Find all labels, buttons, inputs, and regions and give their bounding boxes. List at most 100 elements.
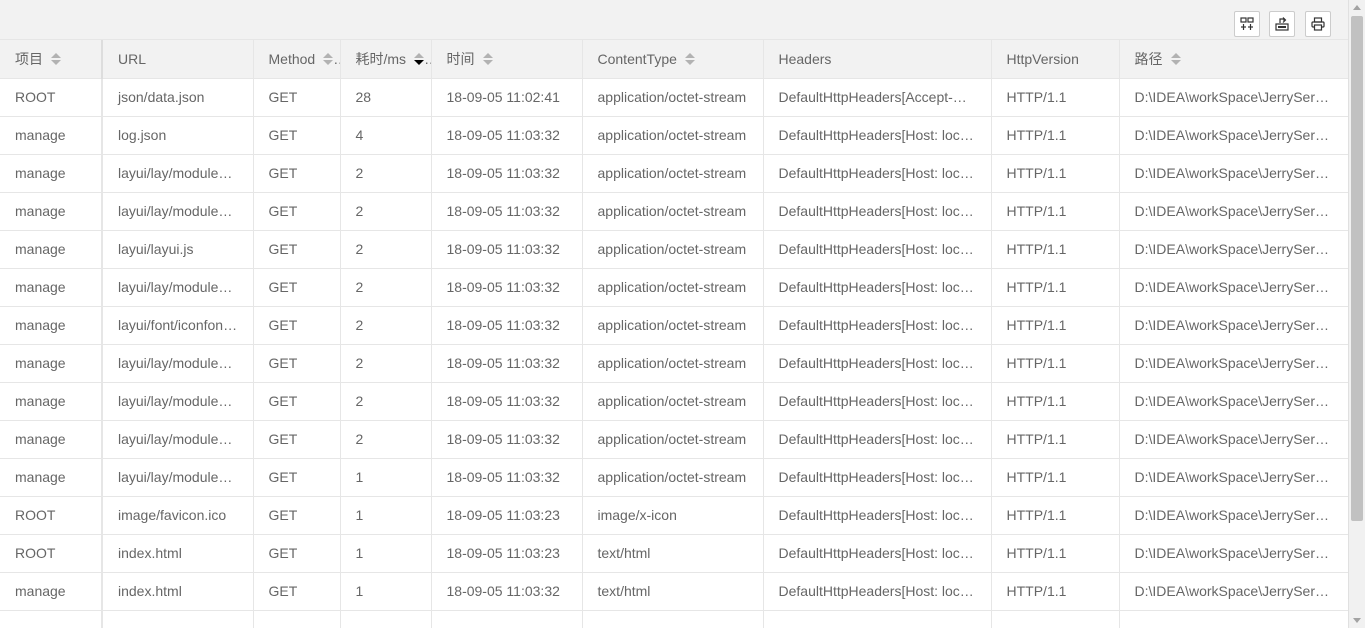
columns-filter-button[interactable] — [1234, 11, 1260, 37]
table-row[interactable]: manage layui/lay/module… GET 2 18-09-05 11:0… — [0, 344, 1349, 383]
scroll-up-icon[interactable] — [1353, 5, 1361, 10]
sort-icon[interactable] — [51, 52, 61, 66]
sort-ascending-icon[interactable] — [482, 52, 493, 58]
table-row[interactable]: manage layui/lay/module… GET 1 18-09-05 11:0… — [0, 458, 1349, 497]
cell-path: D:\IDEA\workSpace\JerrySer… — [1119, 230, 1349, 269]
table-row[interactable]: manage layui/lay/module… GET 2 18-09-05 11:0… — [0, 268, 1349, 307]
cell-headers: DefaultHttpHeaders[Host: loc… — [763, 458, 992, 497]
cell-time: 18-09-05 11:03:32 — [431, 154, 583, 193]
cell-time_ms: 28 — [340, 78, 432, 117]
cell-path: D:\IDEA\workSpace\JerrySer… — [1119, 306, 1349, 345]
column-header-content_type[interactable]: ContentType — [582, 40, 764, 79]
cell-url: layui/lay/module… — [102, 154, 254, 193]
cell-url: layui/lay/module… — [102, 458, 254, 497]
cell-url: layui/font/iconfon… — [102, 306, 254, 345]
sort-ascending-icon[interactable] — [414, 52, 425, 58]
table-toolbar — [0, 0, 1348, 40]
sort-descending-icon[interactable] — [482, 59, 493, 65]
table-row[interactable]: ROOT index.html GET 1 18-09-05 11:03:23 text/… — [0, 534, 1349, 573]
cell-headers: DefaultHttpHeaders[Host: loc… — [763, 230, 992, 269]
sort-ascending-icon[interactable] — [323, 52, 334, 58]
cell-headers: DefaultHttpHeaders[Host: loc… — [763, 496, 992, 535]
cell-content_type: application/octet-stream — [582, 382, 764, 421]
cell-project: ROOT — [0, 534, 103, 573]
cell-headers: DefaultHttpHeaders[Host: loc… — [763, 116, 992, 155]
cell-content_type: application/octet-stream — [582, 420, 764, 459]
cell-method: GET — [253, 534, 341, 573]
sort-ascending-icon[interactable] — [1170, 52, 1181, 58]
sort-descending-icon[interactable] — [51, 59, 61, 65]
sort-descending-icon[interactable] — [414, 59, 425, 65]
sort-ascending-icon[interactable] — [51, 52, 61, 58]
cell-headers: DefaultHttpHeaders[Host: loc… — [763, 306, 992, 345]
table-row[interactable]: manage layui/lay/module… GET 2 18-09-05 11:0… — [0, 382, 1349, 421]
column-header-cell: URL — [118, 51, 146, 67]
table-row[interactable]: manage layui/font/iconfon… GET 2 18-09-05 11… — [0, 306, 1349, 345]
cell-time: 18-09-05 11:03:32 — [431, 192, 583, 231]
sort-icon[interactable] — [684, 52, 695, 66]
cell-content_type: application/octet-stream — [582, 78, 764, 117]
cell-headers: DefaultHttpHeaders[Host: loc… — [763, 534, 992, 573]
sort-descending-icon[interactable] — [1170, 59, 1181, 65]
cell-http_version: HTTP/1.1 — [991, 306, 1120, 345]
cell-content_type: application/octet-stream — [582, 192, 764, 231]
column-header-label: 耗时/ms — [355, 50, 407, 67]
cell-headers: DefaultHttpHeaders[Host: loc… — [763, 344, 992, 383]
cell-url: json/data.json — [102, 78, 254, 117]
table-row[interactable]: ROOT json/data.json GET 28 18-09-05 11:02:41… — [0, 78, 1349, 117]
sort-icon[interactable] — [414, 52, 425, 66]
table-row[interactable] — [0, 610, 1349, 628]
cell-project: manage — [0, 420, 103, 459]
cell-project: ROOT — [0, 78, 103, 117]
column-header-method[interactable]: Method — [253, 40, 341, 79]
table-row[interactable]: manage layui/lay/module… GET 2 18-09-05 11:0… — [0, 154, 1349, 193]
sort-descending-icon[interactable] — [684, 59, 695, 65]
table-row[interactable]: ROOT image/favicon.ico GET 1 18-09-05 11:03:… — [0, 496, 1349, 535]
column-header-time_ms[interactable]: 耗时/ms — [340, 40, 432, 79]
cell-path: D:\IDEA\workSpace\JerrySer… — [1119, 116, 1349, 155]
sort-ascending-icon[interactable] — [684, 52, 695, 58]
columns-filter-icon — [1240, 17, 1254, 30]
cell-time: 18-09-05 11:03:32 — [431, 420, 583, 459]
sort-descending-icon[interactable] — [323, 59, 334, 65]
cell-method: GET — [253, 420, 341, 459]
column-header-project[interactable]: 项目 — [0, 40, 103, 79]
cell-http_version: HTTP/1.1 — [991, 420, 1120, 459]
cell-content_type: text/html — [582, 534, 764, 573]
cell-http_version: HTTP/1.1 — [991, 116, 1120, 155]
sort-icon[interactable] — [323, 52, 334, 66]
export-button[interactable] — [1269, 11, 1295, 37]
scroll-thumb[interactable] — [1351, 16, 1363, 521]
cell-http_version: HTTP/1.1 — [991, 382, 1120, 421]
cell-path: D:\IDEA\workSpace\JerrySer… — [1119, 78, 1349, 117]
cell-time_ms: 1 — [340, 458, 432, 497]
sort-icon[interactable] — [1170, 52, 1181, 66]
column-header-path[interactable]: 路径 — [1119, 40, 1349, 79]
print-button[interactable] — [1305, 11, 1331, 37]
sort-icon[interactable] — [482, 52, 493, 66]
column-header-cell: 项目 — [15, 49, 61, 69]
cell-url — [102, 610, 254, 628]
cell-time_ms: 1 — [340, 572, 432, 611]
table-row[interactable]: manage layui/lay/module… GET 2 18-09-05 11:0… — [0, 192, 1349, 231]
cell-project: manage — [0, 458, 103, 497]
column-header-time[interactable]: 时间 — [431, 40, 583, 79]
vertical-scrollbar[interactable] — [1348, 0, 1365, 628]
cell-content_type: application/octet-stream — [582, 306, 764, 345]
cell-project: manage — [0, 344, 103, 383]
export-icon — [1275, 17, 1289, 31]
column-header-label: HttpVersion — [1006, 50, 1079, 67]
table-row[interactable]: manage layui/layui.js GET 2 18-09-05 11:03:3… — [0, 230, 1349, 269]
column-header-label: 路径 — [1134, 50, 1163, 67]
column-header-label: URL — [118, 50, 147, 67]
cell-path: D:\IDEA\workSpace\JerrySer… — [1119, 344, 1349, 383]
cell-method: GET — [253, 192, 341, 231]
scroll-down-icon[interactable] — [1353, 618, 1361, 623]
cell-time_ms — [340, 610, 432, 628]
table-row[interactable]: manage index.html GET 1 18-09-05 11:03:32 tex… — [0, 572, 1349, 611]
cell-http_version: HTTP/1.1 — [991, 268, 1120, 307]
table-row[interactable]: manage log.json GET 4 18-09-05 11:03:32 appli… — [0, 116, 1349, 155]
table-row[interactable]: manage layui/lay/module… GET 2 18-09-05 11:0… — [0, 420, 1349, 459]
app-frame: 项目 URL Method 耗时/ms 时间 ContentType Headers Http… — [0, 0, 1365, 628]
column-header-cell: 耗时/ms — [356, 49, 425, 69]
